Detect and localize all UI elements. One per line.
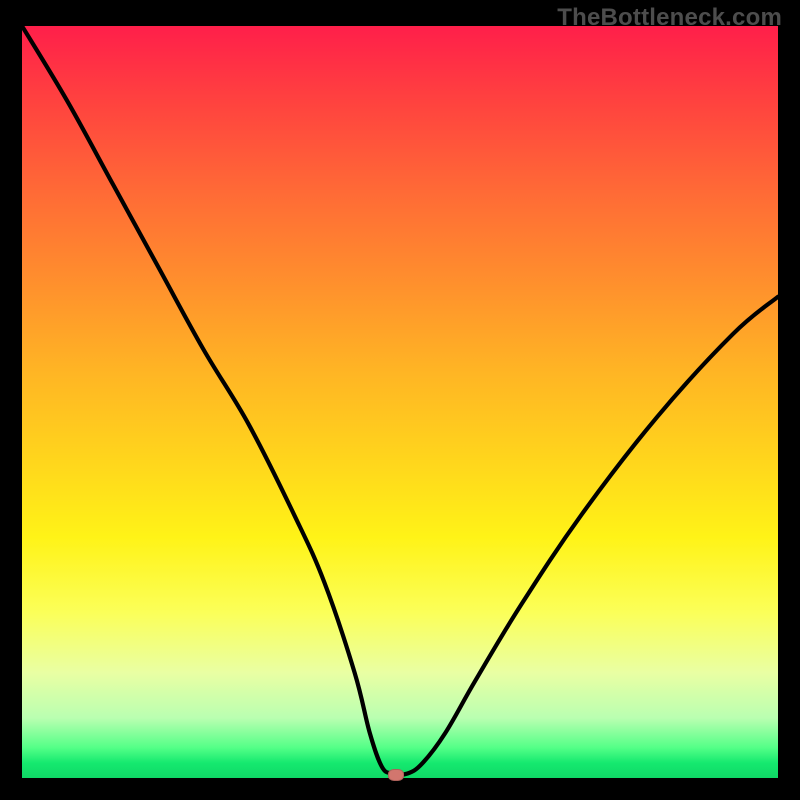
plot-area	[22, 26, 778, 778]
bottleneck-curve	[22, 26, 778, 775]
chart-frame: TheBottleneck.com	[0, 0, 800, 800]
curve-svg	[22, 26, 778, 778]
watermark-text: TheBottleneck.com	[557, 4, 782, 32]
minimum-marker	[388, 769, 404, 781]
